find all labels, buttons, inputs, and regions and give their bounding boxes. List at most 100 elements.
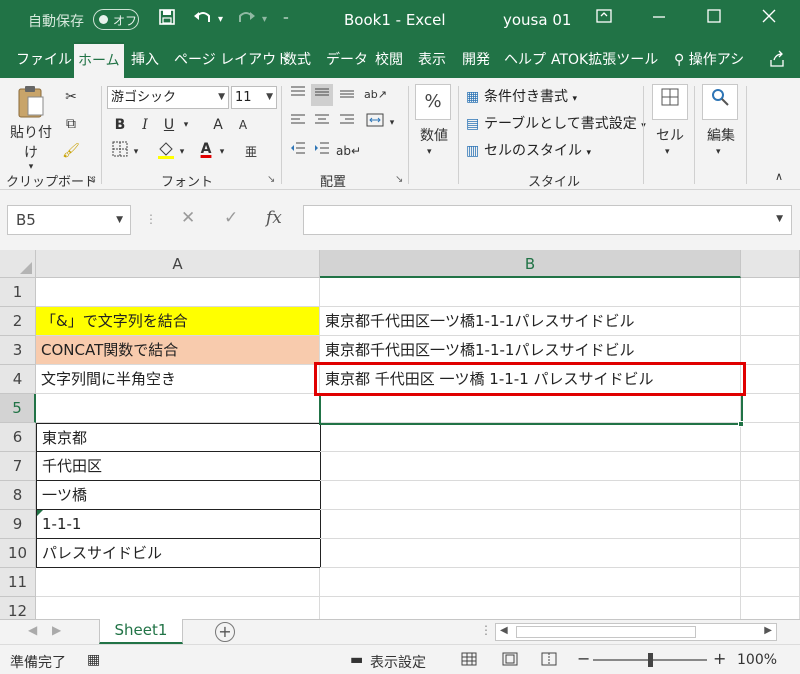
tab-view[interactable]: 表示 (414, 42, 450, 78)
cell-c12[interactable] (741, 597, 800, 619)
collapse-ribbon-icon[interactable]: ∧ (775, 170, 783, 183)
cell-c9[interactable] (741, 510, 800, 539)
cells-button[interactable]: セル (650, 125, 690, 145)
merge-dropdown-icon[interactable]: ▾ (386, 112, 398, 134)
cell-b3[interactable]: 東京都千代田区一ツ橋1-1-1パレスサイドビル (320, 336, 741, 365)
conditional-formatting-button[interactable]: ▦ 条件付き書式 ▾ (466, 86, 577, 106)
scroll-left-icon[interactable]: ◀ (500, 625, 508, 636)
share-icon[interactable] (768, 50, 786, 73)
zoom-out-button[interactable]: − (577, 649, 590, 668)
normal-view-icon[interactable] (461, 652, 477, 670)
cell-b6[interactable] (320, 423, 741, 452)
fill-handle[interactable] (738, 421, 744, 427)
row-header[interactable]: 12 (0, 597, 36, 619)
ribbon-display-options-icon[interactable] (595, 7, 613, 30)
cell-a9[interactable]: 1-1-1 (36, 510, 321, 539)
cell-c6[interactable] (741, 423, 800, 452)
cell-a2[interactable]: 「&」で文字列を結合 (36, 307, 320, 336)
align-top-icon[interactable] (287, 84, 309, 106)
row-header[interactable]: 9 (0, 510, 36, 539)
confirm-entry-icon[interactable]: ✓ (224, 208, 238, 228)
number-format-icon[interactable]: % (415, 84, 451, 120)
undo-icon[interactable] (193, 8, 213, 31)
cell-c10[interactable] (741, 539, 800, 568)
cells-icon[interactable] (652, 84, 688, 120)
maximize-icon[interactable] (705, 7, 723, 30)
row-header[interactable]: 2 (0, 307, 36, 336)
column-header-c[interactable] (741, 250, 800, 278)
underline-dropdown-icon[interactable]: ▾ (180, 114, 192, 136)
align-right-icon[interactable] (336, 112, 358, 134)
font-name-combo[interactable]: 游ゴシック ▼ (107, 86, 229, 109)
scroll-tabs-right-icon[interactable]: ▶ (52, 623, 61, 637)
tab-help[interactable]: ヘルプ (500, 42, 550, 78)
align-center-icon[interactable] (311, 112, 333, 134)
zoom-level[interactable]: 100% (737, 652, 777, 668)
orientation-icon[interactable]: ab↗ (364, 84, 387, 106)
cell-b8[interactable] (320, 481, 741, 510)
font-size-combo[interactable]: 11 ▼ (231, 86, 277, 109)
font-color-dropdown-icon[interactable]: ▾ (216, 141, 228, 163)
tab-formulas[interactable]: 数式 (279, 42, 315, 78)
cell-a7[interactable]: 千代田区 (36, 452, 321, 481)
cell-c4[interactable] (741, 365, 800, 394)
format-as-table-button[interactable]: ▤テーブルとして書式設定 ▾ (466, 113, 646, 133)
cell-b7[interactable] (320, 452, 741, 481)
increase-indent-icon[interactable] (311, 140, 333, 162)
cell-c1[interactable] (741, 278, 800, 307)
cell-a1[interactable] (36, 278, 320, 307)
row-header[interactable]: 7 (0, 452, 36, 481)
cell-b2[interactable]: 東京都千代田区一ツ橋1-1-1パレスサイドビル (320, 307, 741, 336)
cell-c5[interactable] (741, 394, 800, 423)
cell-c3[interactable] (741, 336, 800, 365)
cell-a12[interactable] (36, 597, 320, 619)
name-box[interactable]: B5 ▼ (7, 205, 131, 235)
search-icon[interactable] (702, 84, 738, 120)
decrease-indent-icon[interactable] (287, 140, 309, 162)
insert-function-icon[interactable]: fx (266, 208, 282, 228)
tab-review[interactable]: 校閲 (371, 42, 407, 78)
editing-dropdown-icon[interactable]: ▾ (716, 147, 721, 157)
fill-color-dropdown-icon[interactable]: ▾ (176, 141, 188, 163)
copy-icon[interactable]: ⧉ (60, 113, 82, 135)
tab-file[interactable]: ファイル (12, 42, 76, 78)
tab-developer[interactable]: 開発 (458, 42, 494, 78)
font-launcher-icon[interactable]: ↘ (267, 174, 275, 185)
clipboard-launcher-icon[interactable]: ↘ (88, 174, 96, 185)
column-header-b[interactable]: B (320, 250, 741, 278)
cell-a11[interactable] (36, 568, 320, 597)
row-header[interactable]: 1 (0, 278, 36, 307)
undo-dropdown-icon[interactable]: ▾ (218, 14, 223, 25)
horizontal-scrollbar[interactable]: ◀ ▶ (495, 623, 777, 641)
tab-page-layout[interactable]: ページ レイアウト (170, 42, 294, 78)
bold-button[interactable]: B (109, 114, 131, 136)
page-break-view-icon[interactable] (541, 652, 557, 670)
cell-a3[interactable]: CONCAT関数で結合 (36, 336, 320, 365)
cell-c11[interactable] (741, 568, 800, 597)
display-settings-label[interactable]: 表示設定 (370, 652, 426, 672)
scrollbar-thumb[interactable] (516, 626, 696, 638)
cancel-entry-icon[interactable]: ✕ (181, 208, 195, 228)
chevron-down-icon[interactable]: ▼ (776, 214, 783, 224)
phonetic-guide-icon[interactable]: 亜 (240, 141, 262, 163)
shrink-font-button[interactable]: A (232, 114, 254, 136)
row-header[interactable]: 10 (0, 539, 36, 568)
cell-b11[interactable] (320, 568, 741, 597)
close-icon[interactable] (760, 7, 778, 30)
autosave-toggle[interactable]: オフ (93, 9, 139, 30)
paste-button[interactable]: 貼り付け ▾ (6, 84, 56, 172)
redo-dropdown-icon[interactable]: ▾ (262, 14, 267, 25)
alignment-launcher-icon[interactable]: ↘ (395, 174, 403, 185)
cut-icon[interactable]: ✂ (60, 86, 82, 108)
cell-a10[interactable]: パレスサイドビル (36, 539, 321, 568)
scroll-tabs-left-icon[interactable]: ◀ (28, 623, 37, 637)
sheet-split-handle-icon[interactable]: ⋮ (480, 623, 492, 637)
add-sheet-icon[interactable]: + (215, 622, 235, 642)
tab-insert[interactable]: 挿入 (127, 42, 163, 78)
zoom-slider-handle[interactable] (648, 653, 653, 667)
worksheet-grid[interactable]: A B 1 2 3 4 5 6 7 8 9 10 11 12 「&」で文字列を結… (0, 250, 800, 619)
row-header[interactable]: 5 (0, 394, 36, 423)
number-dropdown-icon[interactable]: ▾ (427, 147, 432, 157)
cell-styles-button[interactable]: ▥ セルのスタイル ▾ (466, 140, 591, 160)
row-header[interactable]: 8 (0, 481, 36, 510)
